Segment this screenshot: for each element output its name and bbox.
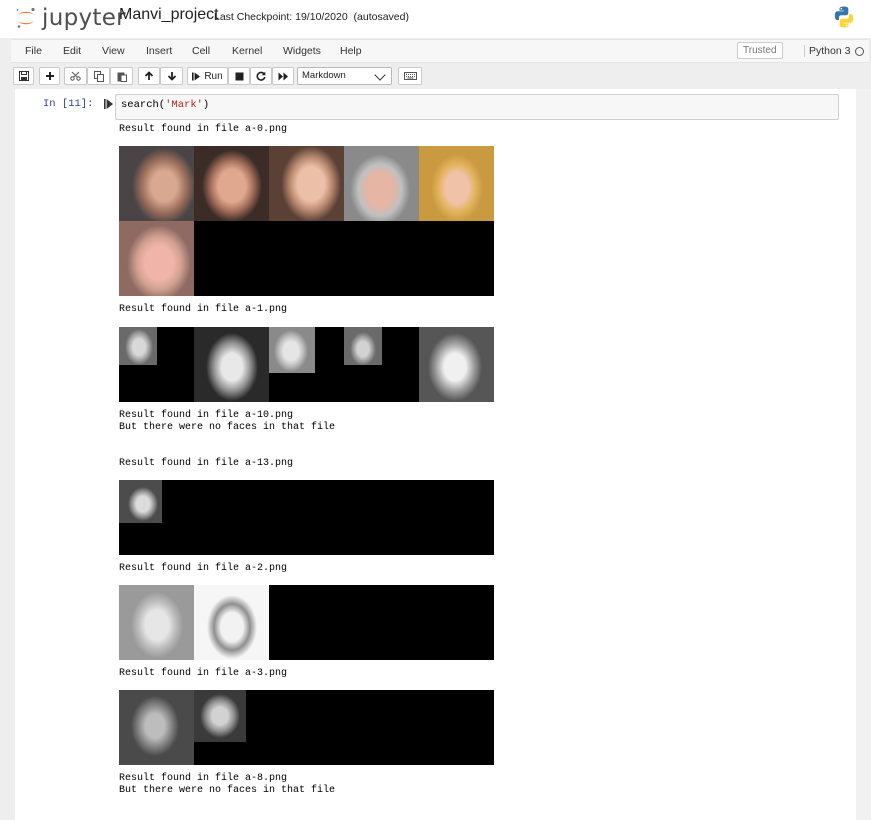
interrupt-button[interactable] [228, 67, 250, 85]
code-text: search('Mark') [121, 99, 209, 111]
notebook-header: jupyter Manvi_project Last Checkpoint: 1… [0, 0, 871, 38]
plus-icon [45, 72, 54, 80]
output-image-a-13 [119, 480, 494, 555]
output-text: Result found in file a-13.png [119, 458, 294, 469]
kernel-name[interactable]: Python 3 [804, 45, 850, 57]
menu-edit[interactable]: Edit [63, 45, 81, 57]
menu-kernel[interactable]: Kernel [232, 45, 262, 57]
python-logo-icon [832, 5, 856, 29]
save-icon [18, 71, 29, 81]
face-thumbnail [119, 327, 157, 365]
code-input[interactable]: search('Mark') [115, 94, 839, 120]
menu-widgets[interactable]: Widgets [283, 45, 321, 57]
output-text: Result found in file a-1.png [119, 304, 288, 315]
run-icon [192, 72, 201, 80]
cell-type-select[interactable]: Markdown [297, 67, 392, 85]
notebook-name[interactable]: Manvi_project [119, 6, 219, 24]
code-function: search( [121, 99, 166, 111]
face-thumbnail [119, 585, 194, 660]
paste-button[interactable] [110, 67, 133, 85]
move-up-button[interactable] [138, 67, 160, 85]
output-text: Result found in file a-10.png But there … [119, 410, 336, 433]
face-thumbnail [269, 146, 344, 221]
face-thumbnail [194, 327, 269, 402]
jupyter-logo-icon [14, 6, 38, 30]
notebook-container: In [11]: search('Mark') Result found in … [15, 89, 856, 820]
face-thumbnail [419, 327, 494, 402]
insert-cell-button[interactable] [39, 67, 60, 85]
face-thumbnail [194, 585, 269, 660]
restart-run-all-button[interactable] [272, 67, 294, 85]
menu-view[interactable]: View [102, 45, 125, 57]
menu-cell[interactable]: Cell [192, 45, 210, 57]
cell-type-value: Markdown [302, 70, 346, 81]
face-thumbnail [119, 480, 162, 523]
face-thumbnail [119, 690, 194, 765]
jupyter-logo-text: jupyter [42, 5, 126, 31]
face-thumbnail [119, 221, 194, 296]
output-text: Result found in file a-8.png But there w… [119, 773, 336, 796]
menu-file[interactable]: File [25, 45, 42, 57]
run-indicator-icon[interactable] [104, 99, 113, 109]
output-image-a-0 [119, 146, 494, 296]
code-string: 'Mark' [165, 99, 203, 111]
move-down-button[interactable] [160, 67, 183, 85]
cut-button[interactable] [64, 67, 87, 85]
face-thumbnail [269, 327, 315, 373]
run-label: Run [204, 70, 223, 82]
fast-forward-icon [278, 72, 288, 80]
menu-bar: File Edit View Insert Cell Kernel Widget… [11, 39, 869, 63]
keyboard-icon [403, 72, 417, 80]
input-prompt: In [11]: [43, 98, 94, 110]
menu-insert[interactable]: Insert [146, 45, 172, 57]
kernel-idle-icon [855, 47, 864, 56]
output-image-a-3 [119, 690, 494, 765]
copy-button[interactable] [87, 67, 110, 85]
scrollbar[interactable] [856, 89, 871, 820]
menu-help[interactable]: Help [340, 45, 362, 57]
arrow-up-icon [144, 71, 154, 80]
restart-icon [256, 71, 266, 81]
output-image-a-1 [119, 327, 494, 402]
autosave-status: (autosaved) [353, 11, 409, 23]
restart-button[interactable] [250, 67, 272, 85]
output-text: Result found in file a-3.png [119, 668, 288, 679]
stop-icon [235, 72, 243, 80]
copy-icon [93, 70, 104, 82]
checkpoint-status: Last Checkpoint: 19/10/2020 (autosaved) [214, 11, 409, 23]
face-thumbnail [419, 146, 494, 221]
output-image-a-2 [119, 585, 494, 660]
last-checkpoint: Last Checkpoint: 19/10/2020 [214, 11, 348, 23]
face-thumbnail [194, 690, 246, 742]
command-palette-button[interactable] [398, 67, 422, 85]
trusted-indicator[interactable]: Trusted [737, 42, 783, 59]
save-button[interactable] [13, 67, 34, 85]
face-thumbnail [194, 146, 269, 221]
run-button[interactable]: Run [187, 67, 228, 85]
chevron-down-icon [374, 69, 386, 81]
toolbar: Run Markdown [0, 64, 871, 90]
face-thumbnail [344, 327, 382, 365]
code-close: ) [202, 99, 210, 111]
arrow-down-icon [167, 72, 176, 81]
jupyter-logo[interactable]: jupyter [14, 5, 126, 31]
output-text: Result found in file a-2.png [119, 563, 288, 574]
output-text: Result found in file a-0.png [119, 124, 288, 135]
face-thumbnail [119, 146, 194, 221]
face-thumbnail [344, 146, 419, 221]
cut-icon [70, 71, 81, 81]
paste-icon [117, 72, 127, 82]
